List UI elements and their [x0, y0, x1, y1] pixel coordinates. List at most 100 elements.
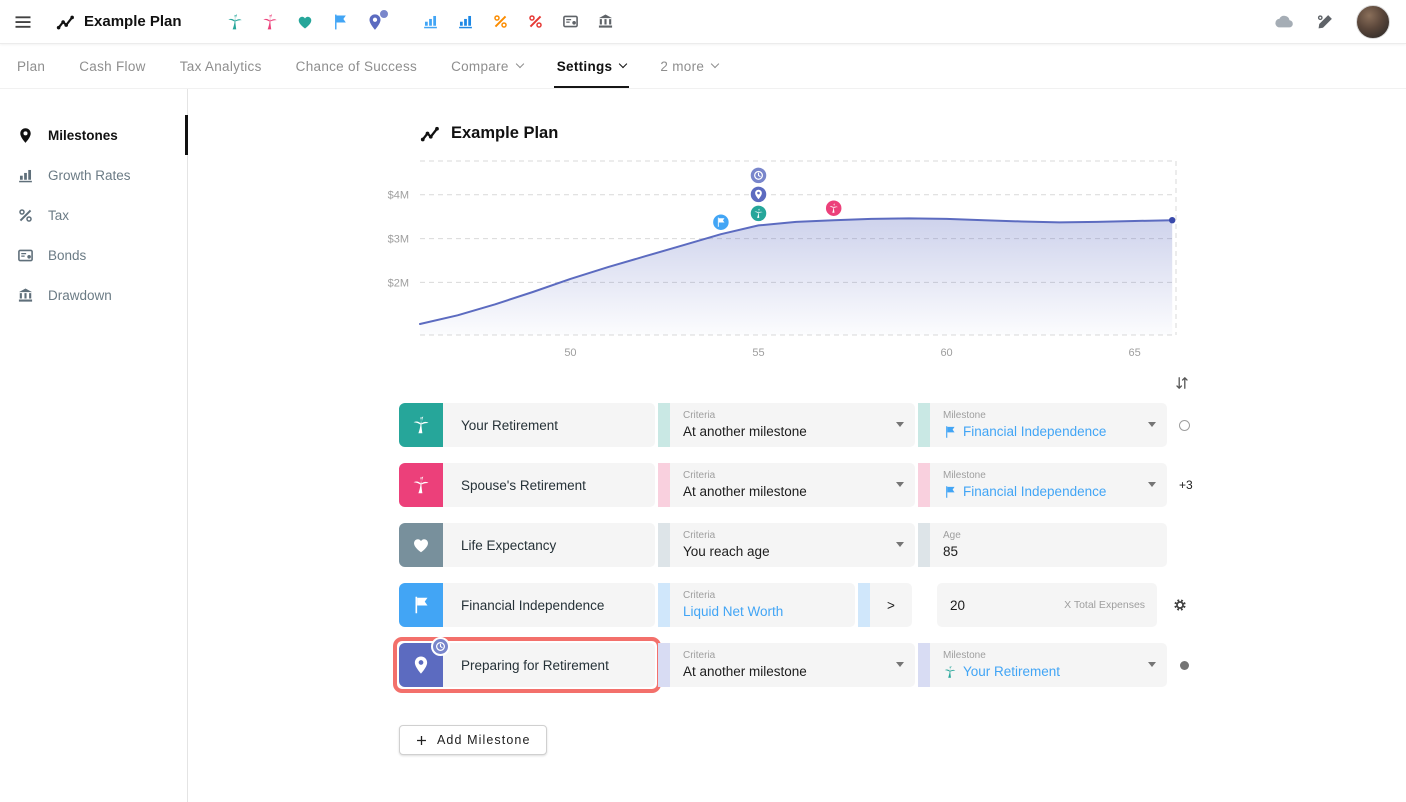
- chevron-down-icon: [896, 482, 904, 487]
- tab-cash-flow[interactable]: Cash Flow: [62, 44, 162, 88]
- milestone-name-field[interactable]: Life Expectancy: [443, 523, 655, 567]
- criteria-select[interactable]: Criteria At another milestone: [670, 463, 915, 507]
- flag-icon[interactable]: [399, 583, 443, 627]
- sidebar-item-milestones[interactable]: Milestones: [0, 115, 187, 155]
- drawdown-icon[interactable]: [597, 13, 614, 30]
- growth-rates-icon[interactable]: [422, 13, 439, 30]
- milestone-list: Your Retirement Criteria At another mile…: [399, 403, 1190, 687]
- chart-marker-palm-icon[interactable]: [825, 200, 842, 217]
- palm-icon[interactable]: [261, 13, 279, 31]
- milestone-select[interactable]: Milestone Financial Independence: [930, 403, 1167, 447]
- chart-marker-flag-icon[interactable]: [712, 214, 729, 231]
- tint-strip: [918, 463, 930, 507]
- list-toolbar: [399, 375, 1190, 391]
- settings-sidebar: Milestones Growth Rates Tax Bonds Drawdo…: [0, 89, 188, 802]
- chevron-down-icon: [896, 662, 904, 667]
- add-milestone-button[interactable]: Add Milestone: [399, 725, 547, 755]
- chevron-down-icon: [1148, 422, 1156, 427]
- tab-tax-analytics[interactable]: Tax Analytics: [163, 44, 279, 88]
- age-input[interactable]: Age 85: [930, 523, 1167, 567]
- tint-strip: [658, 523, 670, 567]
- tax-icon[interactable]: [492, 13, 509, 30]
- sidebar-item-growth-rates[interactable]: Growth Rates: [0, 155, 187, 195]
- criteria-value: You reach age: [683, 544, 903, 559]
- criteria-value: At another milestone: [683, 664, 903, 679]
- cloud-sync-icon[interactable]: [1273, 11, 1294, 32]
- sidebar-item-tax[interactable]: Tax: [0, 195, 187, 235]
- page-title: Example Plan: [420, 123, 1406, 143]
- avatar[interactable]: [1356, 5, 1390, 39]
- milestone-select[interactable]: Milestone Your Retirement: [930, 643, 1167, 687]
- criteria-label: Criteria: [683, 650, 903, 662]
- pin-badge-icon[interactable]: [366, 13, 384, 31]
- svg-text:$2M: $2M: [388, 277, 409, 289]
- palm-icon[interactable]: [399, 403, 443, 447]
- bonds-icon[interactable]: [562, 13, 579, 30]
- criteria-select[interactable]: Criteria At another milestone: [670, 403, 915, 447]
- sidebar-item-label: Drawdown: [48, 288, 112, 303]
- tint-strip: [658, 583, 670, 627]
- menu-button[interactable]: [8, 7, 38, 37]
- badge-icon: [379, 9, 389, 19]
- gear-icon[interactable]: [1172, 597, 1188, 613]
- more-count-badge[interactable]: +3: [1179, 478, 1193, 492]
- tax-alt-icon[interactable]: [527, 13, 544, 30]
- milestone-row-financial-independence: Financial Independence Criteria Liquid N…: [399, 583, 1190, 627]
- criteria-select[interactable]: Criteria At another milestone: [670, 643, 915, 687]
- criteria-select[interactable]: Criteria Liquid Net Worth: [670, 583, 855, 627]
- milestone-row-spouses-retirement: Spouse's Retirement Criteria At another …: [399, 463, 1190, 507]
- tint-strip: [658, 643, 670, 687]
- link-dot-icon[interactable]: [1180, 661, 1189, 670]
- tab-2-more[interactable]: 2 more: [643, 44, 735, 88]
- palm-icon[interactable]: [399, 463, 443, 507]
- milestone-row-your-retirement: Your Retirement Criteria At another mile…: [399, 403, 1190, 447]
- milestone-select[interactable]: Milestone Financial Independence: [930, 463, 1167, 507]
- amount-input[interactable]: 20 X Total Expenses: [937, 583, 1157, 627]
- heart-icon-glyph: [411, 535, 431, 555]
- criteria-select[interactable]: Criteria You reach age: [670, 523, 915, 567]
- milestone-label: Milestone: [943, 650, 1155, 662]
- chart-marker-clock-icon[interactable]: [750, 167, 767, 184]
- tab-plan[interactable]: Plan: [0, 44, 62, 88]
- pin-icon[interactable]: [399, 643, 443, 687]
- link-ring-icon[interactable]: [1179, 420, 1190, 431]
- net-worth-chart: $2M$3M$4M50556065: [376, 155, 1406, 363]
- chevron-down-icon: [1148, 662, 1156, 667]
- palm-icon-glyph: [411, 415, 431, 435]
- palm-icon[interactable]: [226, 13, 244, 31]
- sidebar-item-drawdown[interactable]: Drawdown: [0, 275, 187, 315]
- chart-canvas: $2M$3M$4M50556065: [376, 155, 1188, 363]
- flag-icon[interactable]: [331, 13, 349, 31]
- tab-settings[interactable]: Settings: [540, 44, 644, 88]
- chevron-down-icon: [619, 60, 627, 68]
- clock-icon: [435, 641, 446, 652]
- milestone-name-field[interactable]: Your Retirement: [443, 403, 655, 447]
- sidebar-item-bonds[interactable]: Bonds: [0, 235, 187, 275]
- milestone-name-field[interactable]: Spouse's Retirement: [443, 463, 655, 507]
- pin-icon-glyph: [411, 655, 431, 675]
- tint-strip: [658, 463, 670, 507]
- milestone-name-field[interactable]: Financial Independence: [443, 583, 655, 627]
- insights-logo-icon: [56, 12, 75, 31]
- svg-text:65: 65: [1129, 347, 1141, 359]
- milestone-label: Milestone: [943, 410, 1155, 422]
- milestone-name-field[interactable]: Preparing for Retirement: [443, 643, 655, 687]
- brand: Example Plan: [56, 12, 182, 31]
- topbar-right: [1273, 5, 1394, 39]
- tab-compare[interactable]: Compare: [434, 44, 540, 88]
- operator-select[interactable]: >: [870, 583, 912, 627]
- amount-value: 20: [950, 598, 965, 613]
- edit-percent-icon[interactable]: [1316, 13, 1334, 31]
- growth-rates-alt-icon[interactable]: [457, 13, 474, 30]
- heart-icon[interactable]: [296, 13, 314, 31]
- svg-text:60: 60: [940, 347, 952, 359]
- sort-icon[interactable]: [1174, 375, 1190, 391]
- tab-chance-of-success[interactable]: Chance of Success: [279, 44, 434, 88]
- heart-icon[interactable]: [399, 523, 443, 567]
- milestone-quick-icons: [226, 13, 384, 31]
- milestone-value: Your Retirement: [943, 664, 1155, 679]
- milestone-row-preparing-for-retirement: Preparing for Retirement Criteria At ano…: [399, 643, 1190, 687]
- chart-marker-pin-icon[interactable]: [750, 186, 767, 203]
- sidebar-item-label: Growth Rates: [48, 168, 131, 183]
- chart-marker-palm-icon[interactable]: [750, 205, 767, 222]
